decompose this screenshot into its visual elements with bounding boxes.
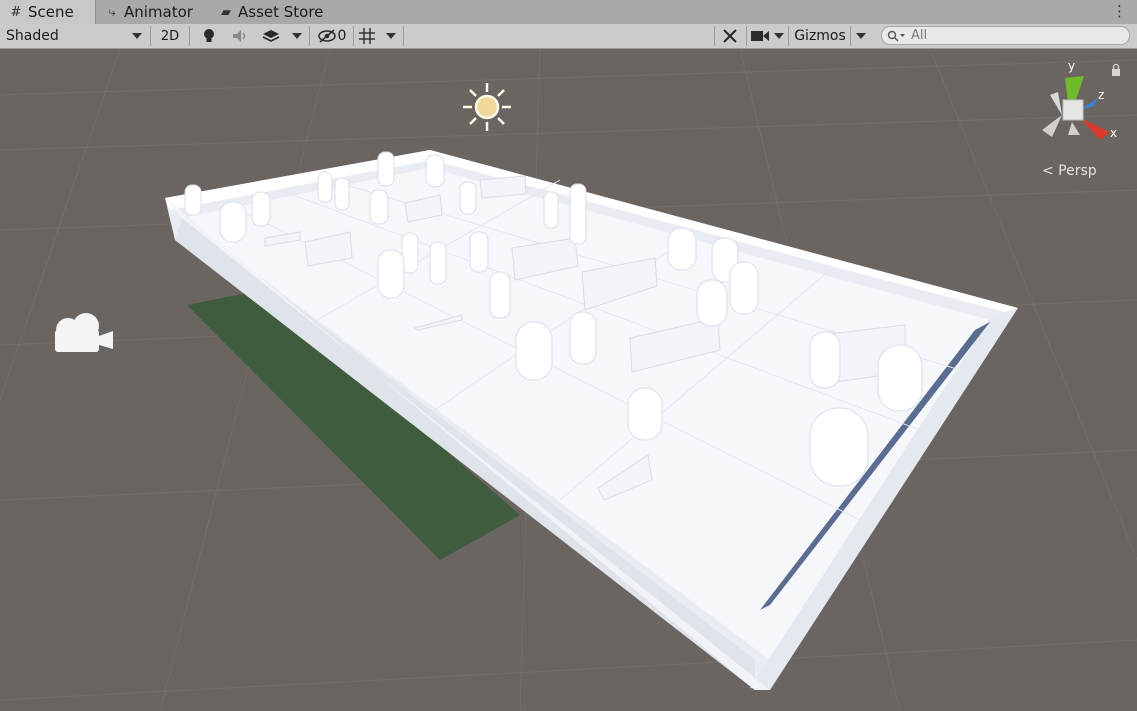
tools-toggle-button[interactable] — [716, 24, 744, 48]
axis-y-label: y — [1068, 59, 1075, 73]
effects-toggle-button[interactable] — [258, 24, 284, 48]
audio-toggle-button[interactable] — [226, 24, 254, 48]
tab-asset-store[interactable]: ▰ Asset Store — [218, 0, 338, 24]
toolbar-divider — [714, 26, 715, 46]
tools-icon — [723, 29, 737, 43]
video-camera-icon — [750, 31, 769, 41]
toolbar-divider — [353, 26, 354, 46]
store-bag-icon: ▰ — [221, 4, 231, 20]
grid-dropdown[interactable] — [381, 24, 401, 48]
draw-mode-value: Shaded — [6, 28, 59, 44]
chevron-down-icon — [132, 33, 142, 39]
projection-label: < Persp — [1042, 163, 1097, 179]
tab-scene[interactable]: # Scene — [0, 0, 96, 24]
2d-toggle-button[interactable]: 2D — [155, 24, 185, 48]
toolbar-divider — [403, 26, 404, 46]
grid-snap-toggle[interactable] — [355, 24, 379, 48]
projection-toggle[interactable]: < Persp — [1042, 163, 1097, 179]
eye-slash-icon — [317, 29, 336, 43]
grid-icon: # — [10, 4, 22, 20]
toolbar-divider — [189, 26, 190, 46]
speaker-icon — [233, 30, 246, 42]
lighting-toggle-button[interactable] — [195, 24, 223, 48]
scene-search-input[interactable]: All — [881, 26, 1130, 45]
gizmos-dropdown[interactable] — [852, 24, 870, 48]
layers-effects-icon — [262, 30, 280, 42]
camera-settings-dropdown[interactable] — [748, 24, 786, 48]
toolbar-divider — [850, 26, 851, 46]
lock-icon[interactable] — [1112, 63, 1120, 77]
axis-z-label: z — [1098, 88, 1104, 102]
gizmos-label: Gizmos — [794, 28, 846, 44]
scene-visibility-toggle[interactable]: 0 — [313, 24, 351, 48]
tab-animator-label: Animator — [124, 3, 193, 21]
lightbulb-icon — [204, 29, 214, 42]
axis-x-label: x — [1110, 126, 1117, 140]
tab-asset-store-label: Asset Store — [238, 3, 324, 21]
hidden-objects-count: 0 — [337, 28, 347, 44]
chevron-down-icon — [856, 33, 866, 39]
sun-light-icon[interactable] — [463, 83, 511, 131]
chevron-down-icon — [773, 33, 784, 39]
tab-scene-label: Scene — [28, 3, 74, 21]
camera-gizmo-icon[interactable] — [55, 313, 113, 352]
animator-icon: ⤷ — [108, 4, 116, 20]
2d-toggle-label: 2D — [160, 28, 180, 44]
chevron-down-icon — [292, 33, 302, 39]
tab-animator[interactable]: ⤷ Animator — [104, 0, 204, 24]
draw-mode-dropdown[interactable]: Shaded — [0, 24, 148, 48]
effects-dropdown[interactable] — [287, 24, 307, 48]
orientation-gizmo[interactable] — [1042, 76, 1110, 140]
x-axis-cone[interactable] — [1080, 118, 1110, 140]
toolbar-divider — [788, 26, 789, 46]
more-options-icon[interactable]: ⋮ — [1112, 3, 1127, 19]
level-floor — [165, 150, 1018, 690]
scene-viewport[interactable]: y z x < Persp — [0, 49, 1137, 711]
toolbar-divider — [150, 26, 151, 46]
chevron-down-icon — [386, 33, 396, 39]
search-placeholder: All — [911, 28, 928, 43]
gizmos-button[interactable]: Gizmos — [790, 24, 850, 48]
search-icon — [887, 30, 905, 41]
grid-snap-icon — [359, 28, 375, 44]
toolbar-divider — [746, 26, 747, 46]
toolbar-divider — [309, 26, 310, 46]
scene-render: y z x — [0, 49, 1137, 711]
editor-tab-bar: # Scene ⤷ Animator ▰ Asset Store ⋮ — [0, 0, 1137, 25]
